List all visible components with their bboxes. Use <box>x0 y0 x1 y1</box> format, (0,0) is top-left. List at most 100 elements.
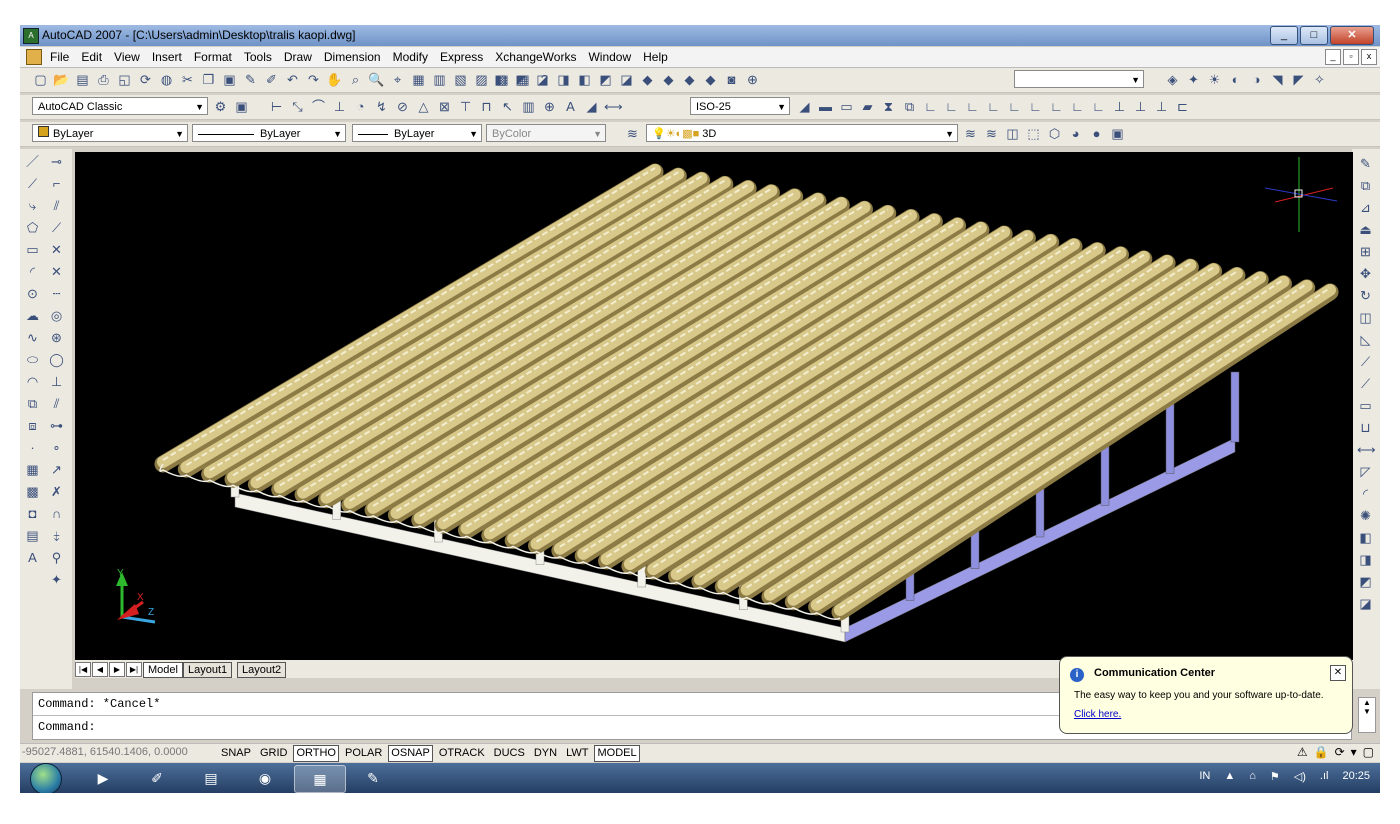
revision-cloud-icon[interactable]: ☁ <box>24 307 41 324</box>
draw-order-above-icon[interactable]: ▰ <box>859 98 876 115</box>
line-icon[interactable]: ／ <box>24 153 41 170</box>
workspace-settings-icon[interactable]: ⚙ <box>212 98 229 115</box>
command-scrollbar[interactable]: ▲ ▼ <box>1358 697 1376 733</box>
continue-dim-icon[interactable]: ⊓ <box>478 98 495 115</box>
radius-dim-icon[interactable]: ◔ <box>352 98 369 115</box>
layer-tool-icon[interactable]: ◈ <box>1164 71 1181 88</box>
ucs-previous-icon[interactable]: ∟ <box>943 98 960 115</box>
3d-orbit-icon[interactable]: ⬡ <box>1046 125 1063 142</box>
draw-order-1-icon[interactable]: ◧ <box>1357 529 1374 546</box>
status-otrack-button[interactable]: OTRACK <box>436 745 488 762</box>
center-mark-icon[interactable]: ⊕ <box>541 98 558 115</box>
extend-icon[interactable]: ⊥ <box>48 373 65 390</box>
tool-palettes-icon[interactable]: ▧ <box>452 71 469 88</box>
trim-tool-icon[interactable]: ⟋ <box>1357 353 1374 370</box>
trim-icon[interactable]: ◯ <box>48 351 65 368</box>
menu-xchangeworks[interactable]: XchangeWorks <box>495 50 576 64</box>
front-view-icon[interactable]: ◩ <box>597 71 614 88</box>
preview-icon[interactable]: ◱ <box>116 71 133 88</box>
move-tool-icon[interactable]: ✥ <box>1357 265 1374 282</box>
aligned-dim-icon[interactable]: ⤡ <box>289 98 306 115</box>
make-current-icon[interactable]: ≋ <box>962 125 979 142</box>
properties-icon[interactable]: ▦ <box>410 71 427 88</box>
tolerance-icon[interactable]: ▥ <box>520 98 537 115</box>
join-icon[interactable]: ⊶ <box>48 417 65 434</box>
construction-line-icon[interactable]: ⟋ <box>24 175 41 192</box>
left-view-icon[interactable]: ◨ <box>555 71 572 88</box>
copy-icon[interactable]: ❐ <box>200 71 217 88</box>
ucs-object-icon[interactable]: ∟ <box>985 98 1002 115</box>
magnet-icon[interactable]: ∩ <box>48 505 65 522</box>
ucs-world-2-icon[interactable]: ∟ <box>964 98 981 115</box>
leader-icon[interactable]: ↖ <box>499 98 516 115</box>
stretch-icon[interactable]: ⊛ <box>48 329 65 346</box>
document-icon[interactable] <box>26 49 42 65</box>
explode-icon[interactable]: ✗ <box>48 483 65 500</box>
dim-edit-icon[interactable]: A <box>562 98 579 115</box>
ellipse-icon[interactable]: ⬭ <box>24 351 41 368</box>
workspace-save-icon[interactable]: ▣ <box>233 98 250 115</box>
tray-expand-icon[interactable]: ▲ <box>1224 770 1235 783</box>
first-tab-button[interactable]: |◀ <box>75 662 91 677</box>
dim-style-dropdown[interactable]: ISO-25 ▼ <box>690 97 790 115</box>
media-player-icon[interactable]: ▶ <box>78 765 128 791</box>
menu-edit[interactable]: Edit <box>81 50 102 64</box>
ucs-x-icon[interactable]: ⊥ <box>1111 98 1128 115</box>
diameter-dim-icon[interactable]: ⊘ <box>394 98 411 115</box>
start-button[interactable] <box>30 763 62 793</box>
stretch-tool-icon[interactable]: ◺ <box>1357 331 1374 348</box>
lock-icon[interactable]: 🔒 <box>1314 745 1329 759</box>
right-view-icon[interactable]: ◧ <box>576 71 593 88</box>
hatch-icon[interactable]: ▦ <box>24 461 41 478</box>
cut-icon[interactable]: ✂ <box>179 71 196 88</box>
doc-minimize-button[interactable]: _ <box>1325 49 1341 65</box>
network-device-icon[interactable]: ⌂ <box>1249 770 1256 783</box>
volume-icon[interactable]: ◁) <box>1294 770 1306 783</box>
baseline-dim-icon[interactable]: ⊤ <box>457 98 474 115</box>
scale-tool-icon[interactable]: ◫ <box>1357 309 1374 326</box>
linear-dim-icon[interactable]: ⊢ <box>268 98 285 115</box>
orbit-icon[interactable]: ⤈ <box>48 527 65 544</box>
layer-previous-icon[interactable]: ≋ <box>983 125 1000 142</box>
doc-close-button[interactable]: x <box>1361 49 1377 65</box>
status-snap-button[interactable]: SNAP <box>218 745 254 762</box>
coordinate-readout[interactable]: -95027.4881, 61540.1406, 0.0000 <box>22 746 188 758</box>
menu-format[interactable]: Format <box>194 50 232 64</box>
doc-restore-button[interactable]: ▫ <box>1343 49 1359 65</box>
named-views-icon[interactable]: ◧ <box>492 71 509 88</box>
ucs-origin-icon[interactable]: ∟ <box>1048 98 1065 115</box>
design-center-icon[interactable]: ▥ <box>431 71 448 88</box>
menu-arrow-icon[interactable]: ▾ <box>1351 745 1357 759</box>
viewport-icon[interactable]: ◫ <box>1004 125 1021 142</box>
break-point-icon[interactable]: ▭ <box>1357 397 1374 414</box>
lineweight-dropdown[interactable]: ByLayer ▼ <box>352 124 482 142</box>
publish-icon[interactable]: ⟳ <box>137 71 154 88</box>
arc-icon[interactable]: ◜ <box>24 263 41 280</box>
save-icon[interactable]: ▤ <box>74 71 91 88</box>
chamfer-tool-icon[interactable]: ◸ <box>1357 463 1374 480</box>
copy-object-icon[interactable]: ⌐ <box>48 175 65 192</box>
box-icon[interactable]: ⬚ <box>1025 125 1042 142</box>
draw-order-2-icon[interactable]: ◨ <box>1357 551 1374 568</box>
express-tool-icon[interactable]: ✦ <box>1185 71 1202 88</box>
tool-icon[interactable]: ✧ <box>1311 71 1328 88</box>
drawing-viewport[interactable]: Y X Z <box>75 152 1353 660</box>
draw-order-back-icon[interactable]: ▭ <box>838 98 855 115</box>
next-tab-button[interactable]: ▶ <box>109 662 125 677</box>
print-icon[interactable]: ⎙ <box>95 71 112 88</box>
menu-tools[interactable]: Tools <box>244 50 272 64</box>
fillet-tool-icon[interactable]: ◜ <box>1357 485 1374 502</box>
zoom-previous-icon[interactable]: ⌖ <box>389 71 406 88</box>
clock[interactable]: 20:25 <box>1342 770 1370 783</box>
arc-length-icon[interactable]: ⌒ <box>310 98 327 115</box>
color-dropdown[interactable]: ByLayer ▼ <box>32 124 188 142</box>
warning-icon[interactable]: ⚠ <box>1297 745 1308 759</box>
signal-icon[interactable]: .ıl <box>1320 770 1329 783</box>
rotate-icon[interactable]: ┄ <box>48 285 65 302</box>
rectangle-icon[interactable]: ▭ <box>24 241 41 258</box>
tab-model[interactable]: Model <box>143 662 183 678</box>
clean-screen-icon[interactable]: ▢ <box>1363 745 1374 759</box>
close-button[interactable]: ✕ <box>1330 26 1374 45</box>
prev-tab-button[interactable]: ◀ <box>92 662 108 677</box>
balloon-close-button[interactable]: ✕ <box>1330 665 1346 681</box>
